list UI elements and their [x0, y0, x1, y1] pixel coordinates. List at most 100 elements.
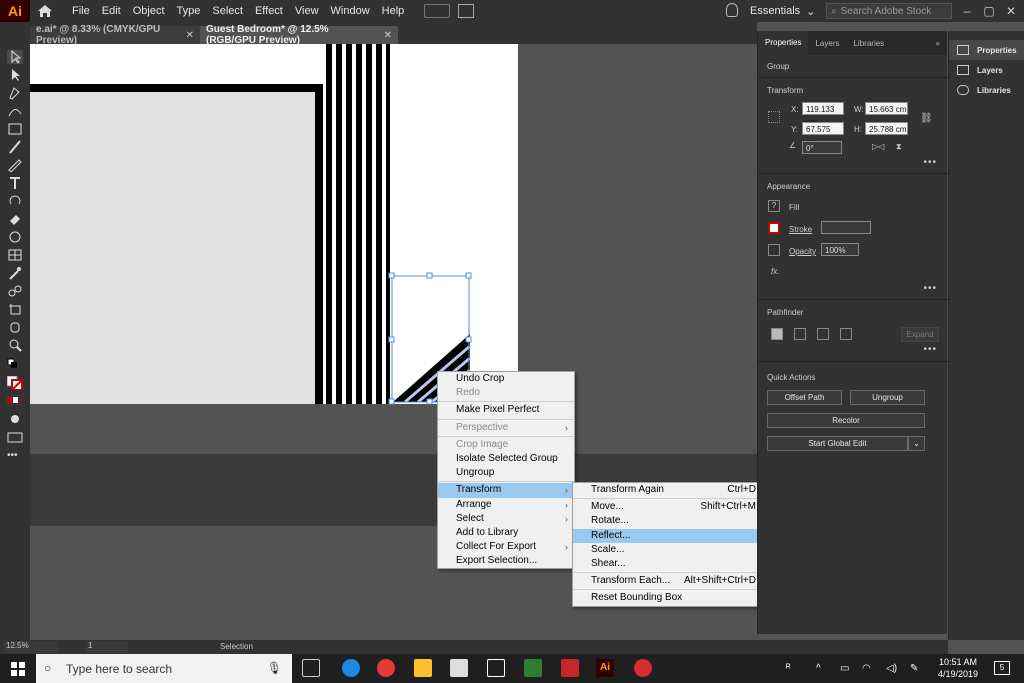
fill-stroke-icon[interactable] [6, 375, 23, 391]
menu-item-move[interactable]: Move... Shift+Ctrl+M [573, 500, 766, 514]
menu-item-make-pixel-perfect[interactable]: Make Pixel Perfect [438, 403, 574, 417]
dock-libraries[interactable]: Libraries [949, 80, 1024, 100]
dock-properties[interactable]: Properties [949, 40, 1024, 60]
menu-type[interactable]: Type [171, 5, 207, 17]
x-position-input[interactable]: 119.133 cm [802, 102, 844, 127]
exclude-icon[interactable] [840, 328, 852, 340]
more-options-icon[interactable]: ••• [923, 157, 937, 168]
menu-item-arrange[interactable]: Arrange › [438, 498, 574, 512]
reference-point-icon[interactable] [768, 111, 780, 123]
menu-help[interactable]: Help [376, 5, 411, 17]
file-explorer-icon[interactable] [414, 659, 432, 677]
app-logo[interactable]: Ai [0, 0, 30, 22]
illustrator-taskbar-icon[interactable]: Ai [596, 659, 614, 677]
menu-file[interactable]: File [66, 5, 96, 17]
minimize-button[interactable]: – [956, 0, 978, 22]
more-tools-icon[interactable]: ••• [7, 450, 23, 464]
menu-item-transform-again[interactable]: Transform Again Ctrl+D [573, 483, 766, 497]
selection-tool-icon[interactable] [7, 49, 23, 64]
taskbar-clock[interactable]: 10:51 AM 4/19/2019 [930, 656, 986, 680]
start-button[interactable] [0, 654, 36, 683]
close-window-button[interactable]: ✕ [1000, 0, 1022, 22]
flip-vertical-icon[interactable]: ⧗ [896, 142, 902, 152]
type-tool-icon[interactable] [7, 176, 23, 190]
chevron-down-icon[interactable]: ⌄ [908, 436, 925, 451]
dock-layers[interactable]: Layers [949, 60, 1024, 80]
volume-icon[interactable]: ◁) [886, 663, 897, 674]
pen-tool-icon[interactable] [7, 86, 23, 100]
evernote-icon[interactable] [524, 659, 542, 677]
menu-edit[interactable]: Edit [96, 5, 127, 17]
warp-tool-icon[interactable] [7, 230, 23, 244]
menu-item-transform-each[interactable]: Transform Each... Alt+Shift+Ctrl+D [573, 574, 766, 588]
shape-builder-tool-icon[interactable] [7, 248, 23, 262]
paintbrush-tool-icon[interactable] [7, 140, 23, 154]
fill-swatch-icon[interactable]: ? [768, 200, 780, 212]
chevron-up-icon[interactable]: ^ [816, 663, 821, 674]
workspace-switcher[interactable]: Essentials ⌄ [750, 0, 815, 22]
close-tab-icon[interactable]: ✕ [186, 30, 194, 41]
hand-tool-icon[interactable] [7, 320, 23, 334]
menu-item-scale[interactable]: Scale... [573, 543, 766, 557]
direct-selection-tool-icon[interactable] [7, 68, 23, 82]
zoom-tool-icon[interactable] [7, 338, 23, 352]
arrange-documents-button[interactable] [424, 4, 451, 18]
default-colors-icon[interactable] [7, 358, 23, 372]
y-position-input[interactable]: 67.575 cm [802, 122, 844, 147]
stroke-swatch-icon[interactable] [768, 222, 780, 234]
menu-item-select[interactable]: Select › [438, 512, 574, 526]
height-input[interactable]: 25.788 cm [865, 122, 908, 135]
menu-item-undo-crop[interactable]: Undo Crop [438, 372, 574, 386]
more-options-icon[interactable]: ••• [923, 283, 937, 294]
maximize-button[interactable]: ▢ [978, 0, 1000, 22]
menu-select[interactable]: Select [206, 5, 249, 17]
menu-item-rotate[interactable]: Rotate... [573, 514, 766, 528]
blend-tool-icon[interactable] [7, 284, 23, 298]
collapse-panel-icon[interactable]: » [929, 39, 947, 48]
edge-browser-icon[interactable] [342, 659, 360, 677]
artboard-number-input[interactable]: 1 [86, 641, 128, 653]
acrobat-icon[interactable] [561, 659, 579, 677]
curvature-tool-icon[interactable] [7, 104, 23, 118]
opacity-label[interactable]: Opacity [789, 247, 816, 256]
pencil-tool-icon[interactable] [7, 158, 23, 173]
offset-path-button[interactable]: Offset Path [767, 390, 842, 405]
task-view-icon[interactable] [302, 659, 320, 677]
lightbulb-icon[interactable] [726, 3, 738, 17]
fx-icon[interactable]: fx. [771, 267, 779, 276]
zoom-level-select[interactable]: 12.5% [4, 641, 58, 653]
menu-item-shear[interactable]: Shear... [573, 557, 766, 571]
eyedropper-tool-icon[interactable] [7, 266, 23, 280]
width-input[interactable]: 15.663 cm [865, 102, 908, 115]
unite-icon[interactable] [771, 328, 783, 340]
wifi-icon[interactable]: ◠ [862, 663, 871, 674]
mail-icon[interactable] [487, 659, 505, 677]
opacity-input[interactable]: 100% [821, 243, 859, 256]
close-tab-icon[interactable]: ✕ [384, 30, 392, 41]
menu-item-reset-bounding-box[interactable]: Reset Bounding Box [573, 591, 766, 605]
stroke-label[interactable]: Stroke [789, 225, 812, 234]
ungroup-button[interactable]: Ungroup [850, 390, 925, 405]
tab-guest-bedroom[interactable]: Guest Bedroom* @ 12.5% (RGB/GPU Preview)… [200, 24, 398, 46]
intersect-icon[interactable] [817, 328, 829, 340]
rotation-angle-input[interactable]: 0° [802, 141, 842, 154]
people-icon[interactable]: ᴿ [786, 663, 791, 674]
rectangle-tool-icon[interactable] [7, 122, 23, 136]
tab-libraries[interactable]: Libraries [846, 39, 891, 48]
microphone-icon[interactable]: 🎙 [267, 661, 282, 675]
menu-item-transform[interactable]: Transform › [438, 483, 574, 498]
battery-icon[interactable]: ▭ [840, 663, 849, 674]
pen-icon[interactable]: ✎ [910, 663, 918, 674]
menu-item-reflect[interactable]: Reflect... [573, 528, 766, 543]
recolor-button[interactable]: Recolor [767, 413, 925, 428]
more-options-icon[interactable]: ••• [923, 344, 937, 355]
horizontal-scrollbar[interactable] [757, 640, 948, 654]
menu-item-isolate-selected-group[interactable]: Isolate Selected Group [438, 452, 574, 466]
draw-mode-icon[interactable] [7, 412, 23, 426]
start-global-edit-button[interactable]: Start Global Edit [767, 436, 908, 451]
stroke-weight-input[interactable] [821, 221, 871, 234]
menu-item-export-selection[interactable]: Export Selection... [438, 554, 574, 568]
tab-document-1[interactable]: e.ai* @ 8.33% (CMYK/GPU Preview) ✕ [30, 24, 200, 46]
menu-item-add-to-library[interactable]: Add to Library [438, 526, 574, 540]
stock-search-input[interactable]: ⌕ Search Adobe Stock [826, 3, 952, 19]
